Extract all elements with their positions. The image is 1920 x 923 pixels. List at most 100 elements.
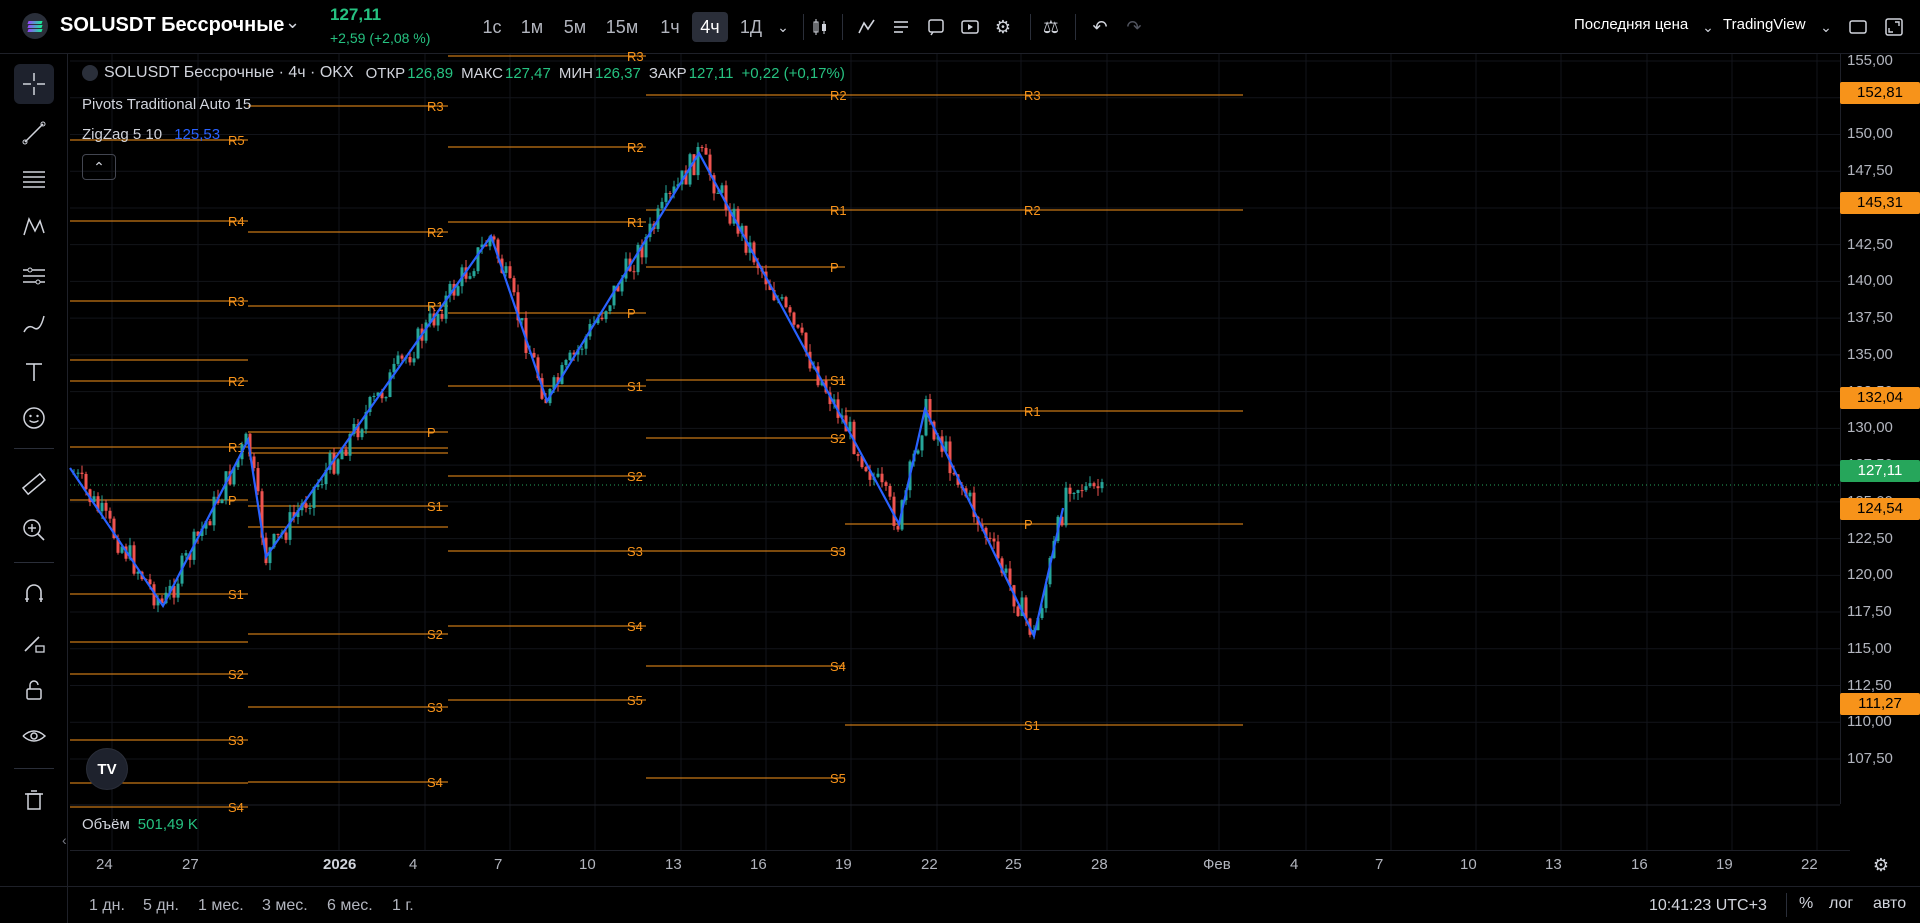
range-5d[interactable]: 5 дн. [143, 897, 179, 915]
candle-body [668, 192, 672, 194]
time-axis-label: 7 [494, 856, 503, 873]
price-tag: 145,31 [1840, 192, 1920, 215]
percent-toggle[interactable]: % [1799, 895, 1813, 913]
log-toggle[interactable]: лог [1829, 895, 1853, 913]
candle-body [884, 482, 888, 486]
candle-body [436, 314, 440, 326]
price-chart[interactable]: R5 R4 R3 R2 R1 P S1 S2 S3 S4 R3 R2 R1 P S1 S2 S3 S4 R3 R2 R1… [0, 0, 1920, 923]
volume-label: Объём [82, 816, 130, 833]
time-axis-label: 10 [1460, 856, 1477, 873]
pivots-indicator-label[interactable]: Pivots Traditional Auto 15 [82, 96, 251, 113]
time-axis-label: 10 [579, 856, 596, 873]
pivot-label: R3 [427, 99, 444, 114]
price-tag: 127,11 [1840, 459, 1920, 482]
volume-value: 501,49 K [137, 816, 198, 833]
candle-body [520, 318, 524, 321]
time-axis-label: 24 [96, 856, 113, 873]
range-1m[interactable]: 1 мес. [198, 897, 244, 915]
candle-body [372, 395, 376, 398]
price-axis-label: 107,50 [1847, 750, 1893, 767]
candle-body [208, 521, 212, 526]
price-axis-label: 140,00 [1847, 272, 1893, 290]
candle-body [108, 510, 112, 519]
candle-body [504, 266, 508, 273]
candle-body [388, 372, 392, 398]
candle-body [880, 473, 884, 483]
price-tag: 111,27 [1840, 692, 1920, 715]
candle-body [968, 492, 972, 497]
candle-body [508, 266, 512, 279]
price-axis-label: 130,00 [1847, 419, 1893, 437]
candle-body [440, 314, 444, 319]
candle-body [564, 360, 568, 366]
candle-body [796, 324, 800, 328]
tradingview-logo-icon[interactable]: TV [86, 748, 128, 790]
candle-body [788, 307, 792, 313]
range-6m[interactable]: 6 мес. [327, 897, 373, 915]
candle-body [76, 472, 80, 474]
pivot-label: S3 [830, 544, 846, 559]
auto-toggle[interactable]: авто [1873, 895, 1906, 913]
clock[interactable]: 10:41:23 UTC+3 [1649, 897, 1767, 915]
pivot-label: S2 [830, 431, 846, 446]
range-1d[interactable]: 1 дн. [89, 897, 125, 915]
candle-body [320, 484, 324, 486]
candle-body [276, 533, 280, 535]
candle-body [384, 397, 388, 399]
pivot-label: S5 [830, 771, 846, 786]
price-axis-label: 155,00 [1847, 52, 1893, 69]
candle-body [456, 286, 460, 296]
price-axis-label: 137,50 [1847, 309, 1893, 327]
candle-body [1100, 482, 1104, 489]
price-axis-label: 142,50 [1847, 235, 1893, 253]
range-3m[interactable]: 3 мес. [262, 897, 308, 915]
collapse-legend-button[interactable]: ⌃ [82, 154, 116, 180]
open-label: ОТКР [365, 64, 406, 82]
time-axis-label: 16 [750, 856, 767, 873]
pivot-label: S4 [427, 775, 443, 790]
candle-body [924, 399, 928, 436]
candle-body [344, 449, 348, 456]
candle-body [800, 327, 804, 333]
candle-body [916, 450, 920, 454]
pivot-label: P [1024, 517, 1033, 532]
low-label: МИН [558, 64, 593, 82]
candle-body [472, 271, 476, 277]
pivot-label: R2 [627, 140, 644, 155]
pivot-label: S4 [228, 800, 244, 815]
price-axis-label: 135,00 [1847, 345, 1893, 363]
time-axis-label: 4 [409, 856, 418, 873]
candle-body [876, 473, 880, 477]
zigzag-indicator[interactable]: ZigZag 5 10 125,53 [82, 126, 220, 143]
pivot-label: R2 [830, 88, 847, 103]
price-axis-label: 122,50 [1847, 529, 1893, 547]
candle-body [896, 525, 900, 530]
candle-body [220, 500, 224, 504]
candle-body [408, 357, 412, 363]
candle-body [864, 467, 868, 472]
pivot-label: S3 [627, 544, 643, 559]
candle-body [396, 355, 400, 364]
candle-body [468, 276, 472, 279]
pivot-label: R5 [228, 133, 245, 148]
time-axis-label: 22 [1801, 856, 1818, 873]
gear-icon[interactable]: ⚙ [1866, 850, 1896, 880]
candle-body [1016, 606, 1020, 616]
candle-body [1068, 487, 1072, 494]
candle-body [256, 468, 260, 492]
price-tag: 124,54 [1840, 497, 1920, 520]
volume-legend: Объём 501,49 K [82, 816, 198, 833]
price-axis-label: 147,50 [1847, 162, 1893, 180]
pivot-label: R1 [627, 215, 644, 230]
time-axis-label: 13 [665, 856, 682, 873]
pivot-label: S3 [228, 733, 244, 748]
legend-title[interactable]: SOLUSDT Бессрочные · 4ч · OKX [104, 64, 354, 82]
pivot-label: S1 [427, 499, 443, 514]
pivot-label: R4 [228, 214, 245, 229]
pivot-label: S5 [627, 693, 643, 708]
time-axis-label: 13 [1545, 856, 1562, 873]
candle-body [104, 502, 108, 511]
range-1y[interactable]: 1 г. [392, 897, 414, 915]
divider [1786, 893, 1787, 917]
candle-body [512, 278, 516, 293]
